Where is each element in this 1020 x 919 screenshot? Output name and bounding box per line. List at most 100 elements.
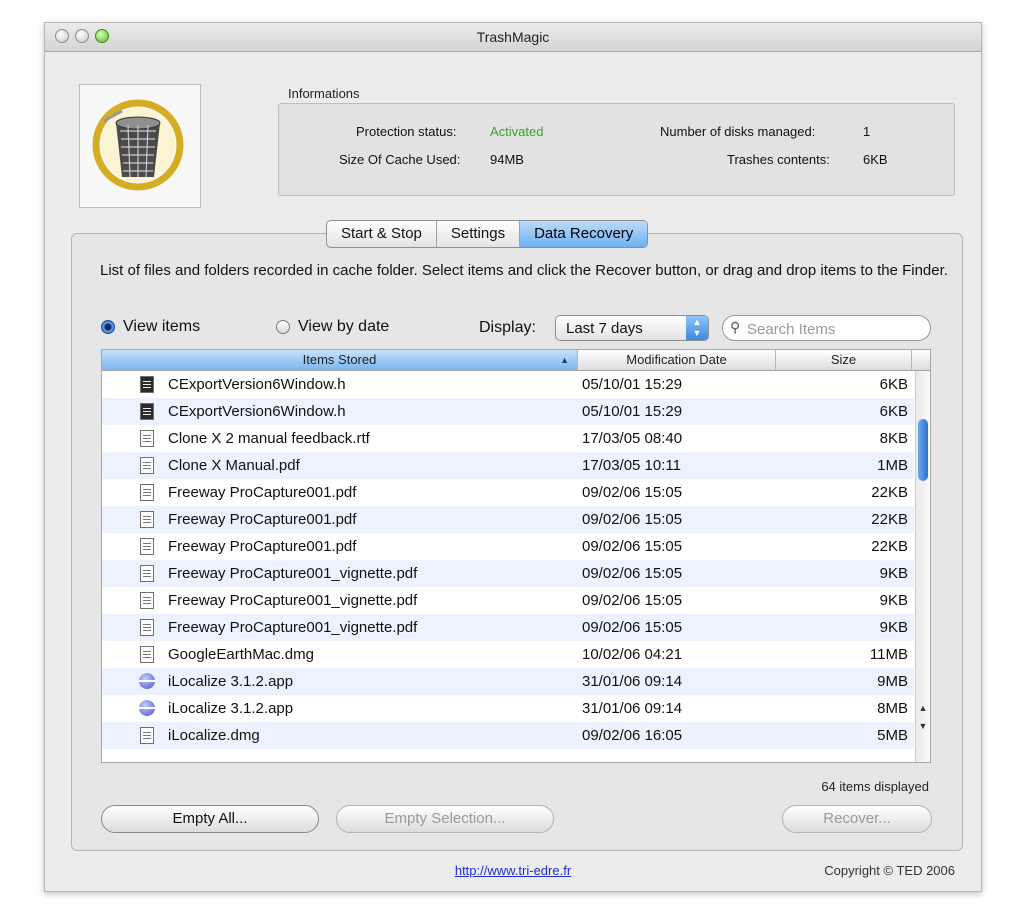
column-header-items-stored[interactable]: Items Stored ▲	[102, 350, 578, 370]
view-by-date-radio[interactable]	[276, 320, 290, 334]
modification-date: 10/02/06 04:21	[582, 646, 683, 663]
column-header-size[interactable]: Size	[776, 350, 912, 370]
item-name: iLocalize 3.1.2.app	[168, 673, 294, 690]
pdf-icon	[140, 565, 154, 582]
item-name: Freeway ProCapture001.pdf	[168, 511, 357, 528]
tab-start-stop[interactable]: Start & Stop	[327, 221, 437, 247]
table-row[interactable]: iLocalize 3.1.2.app 31/01/06 09:14 9MB	[102, 668, 914, 695]
table-body: CExportVersion6Window.h 05/10/01 15:29 6KB…	[102, 371, 914, 749]
item-name: iLocalize.dmg	[168, 727, 260, 744]
modification-date: 31/01/06 09:14	[582, 673, 683, 690]
sort-ascending-icon: ▲	[560, 355, 569, 365]
item-size: 8KB	[879, 430, 908, 447]
table-row[interactable]: CExportVersion6Window.h 05/10/01 15:29 6KB	[102, 398, 914, 425]
tab-settings[interactable]: Settings	[437, 221, 521, 247]
display-label: Display:	[479, 319, 536, 336]
modification-date: 17/03/05 10:11	[582, 457, 681, 474]
trashmagic-window: TrashMagic Informations Protection statu…	[44, 22, 982, 892]
table-row[interactable]: Clone X 2 manual feedback.rtf 17/03/05 08…	[102, 425, 914, 452]
disks-managed-label: Number of disks managed:	[660, 124, 816, 139]
item-size: 22KB	[871, 538, 908, 555]
item-size: 1MB	[877, 457, 908, 474]
item-size: 11MB	[869, 646, 908, 663]
informations-box: Protection status: Activated Number of d…	[278, 103, 955, 196]
modification-date: 09/02/06 15:05	[582, 565, 683, 582]
modification-date: 05/10/01 15:29	[582, 403, 683, 420]
header-file-icon	[140, 376, 154, 393]
item-size: 22KB	[871, 484, 908, 501]
modification-date: 09/02/06 15:05	[582, 511, 683, 528]
disk-image-icon	[140, 646, 154, 663]
trashes-contents-label: Trashes contents:	[727, 152, 830, 167]
pdf-icon	[140, 619, 154, 636]
table-row[interactable]: Freeway ProCapture001_vignette.pdf 09/02/…	[102, 587, 914, 614]
scroll-up-arrow-icon[interactable]: ▲	[916, 701, 930, 715]
item-name: CExportVersion6Window.h	[168, 376, 346, 393]
pdf-icon	[140, 538, 154, 555]
modification-date: 09/02/06 16:05	[582, 727, 683, 744]
view-by-date-label[interactable]: View by date	[298, 318, 389, 336]
item-size: 8MB	[877, 700, 908, 717]
view-items-radio[interactable]	[101, 320, 115, 334]
title-bar[interactable]: TrashMagic	[45, 23, 981, 52]
modification-date: 17/03/05 08:40	[582, 430, 683, 447]
display-period-value: Last 7 days	[566, 320, 643, 337]
table-row[interactable]: iLocalize 3.1.2.app 31/01/06 09:14 8MB	[102, 695, 914, 722]
item-size: 9MB	[877, 673, 908, 690]
informations-label: Informations	[288, 86, 360, 101]
items-count: 64 items displayed	[821, 779, 929, 794]
table-row[interactable]: Freeway ProCapture001.pdf 09/02/06 15:05 2…	[102, 479, 914, 506]
select-arrows-icon: ▲ ▼	[686, 316, 708, 340]
pdf-icon	[140, 592, 154, 609]
modification-date: 09/02/06 15:05	[582, 619, 683, 636]
trashes-contents-value: 6KB	[863, 152, 888, 167]
item-size: 6KB	[879, 376, 908, 393]
pdf-icon	[140, 484, 154, 501]
items-table: Items Stored ▲ Modification Date Size CE…	[101, 349, 931, 763]
table-row[interactable]: CExportVersion6Window.h 05/10/01 15:29 6KB	[102, 371, 914, 398]
modification-date: 09/02/06 15:05	[582, 484, 683, 501]
header-file-icon	[140, 403, 154, 420]
column-header-modification-date[interactable]: Modification Date	[578, 350, 776, 370]
item-name: Freeway ProCapture001_vignette.pdf	[168, 592, 418, 609]
recover-button[interactable]: Recover...	[782, 805, 932, 833]
table-row[interactable]: Freeway ProCapture001_vignette.pdf 09/02/…	[102, 614, 914, 641]
cache-size-label: Size Of Cache Used:	[339, 152, 461, 167]
scrollbar-thumb[interactable]	[918, 419, 928, 481]
copyright-text: Copyright © TED 2006	[824, 863, 955, 878]
pdf-icon	[140, 511, 154, 528]
item-size: 5MB	[877, 727, 908, 744]
item-size: 6KB	[879, 403, 908, 420]
table-row[interactable]: Freeway ProCapture001_vignette.pdf 09/02/…	[102, 560, 914, 587]
tab-data-recovery[interactable]: Data Recovery	[520, 221, 648, 247]
table-header: Items Stored ▲ Modification Date Size	[102, 350, 930, 371]
disk-image-icon	[140, 727, 154, 744]
scroll-down-arrow-icon[interactable]: ▼	[916, 719, 930, 733]
table-row[interactable]: GoogleEarthMac.dmg 10/02/06 04:21 11MB	[102, 641, 914, 668]
item-name: Clone X 2 manual feedback.rtf	[168, 430, 370, 447]
column-header-items-stored-label: Items Stored	[302, 352, 377, 367]
table-row[interactable]: Freeway ProCapture001.pdf 09/02/06 15:05 2…	[102, 533, 914, 560]
application-icon	[139, 700, 155, 716]
tab-bar: Start & Stop Settings Data Recovery	[326, 220, 649, 248]
table-row[interactable]: iLocalize.dmg 09/02/06 16:05 5MB	[102, 722, 914, 749]
table-row[interactable]: Clone X Manual.pdf 17/03/05 10:11 1MB	[102, 452, 914, 479]
modification-date: 05/10/01 15:29	[582, 376, 683, 393]
pdf-icon	[140, 457, 154, 474]
empty-selection-button[interactable]: Empty Selection...	[336, 805, 554, 833]
vertical-scrollbar[interactable]: ▲ ▼	[915, 371, 930, 762]
modification-date: 31/01/06 09:14	[582, 700, 683, 717]
search-input[interactable]	[745, 318, 925, 340]
table-row[interactable]: Freeway ProCapture001.pdf 09/02/06 15:05 2…	[102, 506, 914, 533]
window-title: TrashMagic	[476, 29, 550, 45]
display-period-select[interactable]: Last 7 days ▲ ▼	[555, 315, 709, 341]
search-field[interactable]: ⚲	[722, 315, 931, 341]
item-name: Clone X Manual.pdf	[168, 457, 300, 474]
item-name: GoogleEarthMac.dmg	[168, 646, 314, 663]
view-items-label[interactable]: View items	[123, 318, 200, 336]
application-icon	[139, 673, 155, 689]
trash-basket-icon	[79, 84, 201, 208]
item-size: 9KB	[879, 592, 908, 609]
empty-all-button[interactable]: Empty All...	[101, 805, 319, 833]
item-name: Freeway ProCapture001_vignette.pdf	[168, 619, 418, 636]
